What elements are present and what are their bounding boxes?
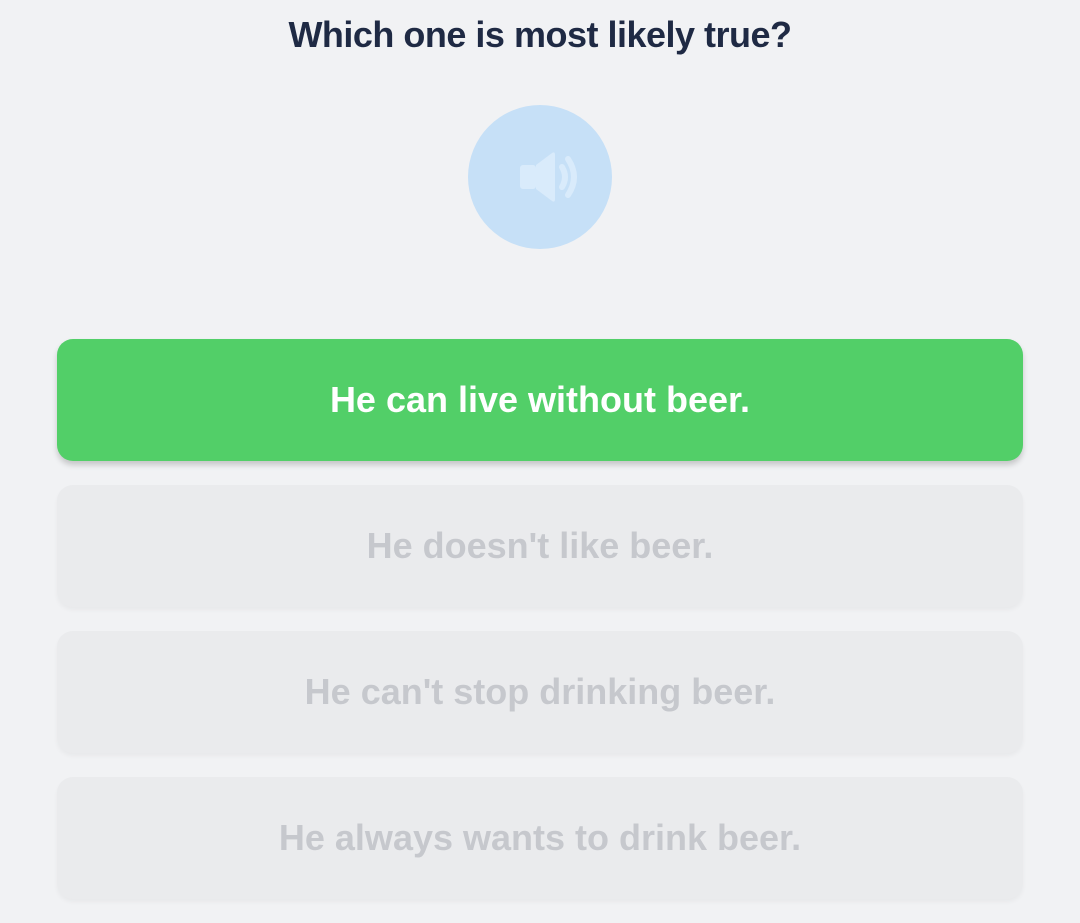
speaker-icon (520, 152, 577, 202)
answer-option[interactable]: He can't stop drinking beer. (57, 631, 1023, 753)
question-title: Which one is most likely true? (288, 14, 792, 55)
answer-list: He can live without beer. He doesn't lik… (57, 339, 1023, 923)
answer-option[interactable]: He always wants to drink beer. (57, 777, 1023, 899)
play-audio-button[interactable] (468, 105, 612, 249)
answer-option-selected[interactable]: He can live without beer. (57, 339, 1023, 461)
answer-option[interactable]: He doesn't like beer. (57, 485, 1023, 607)
